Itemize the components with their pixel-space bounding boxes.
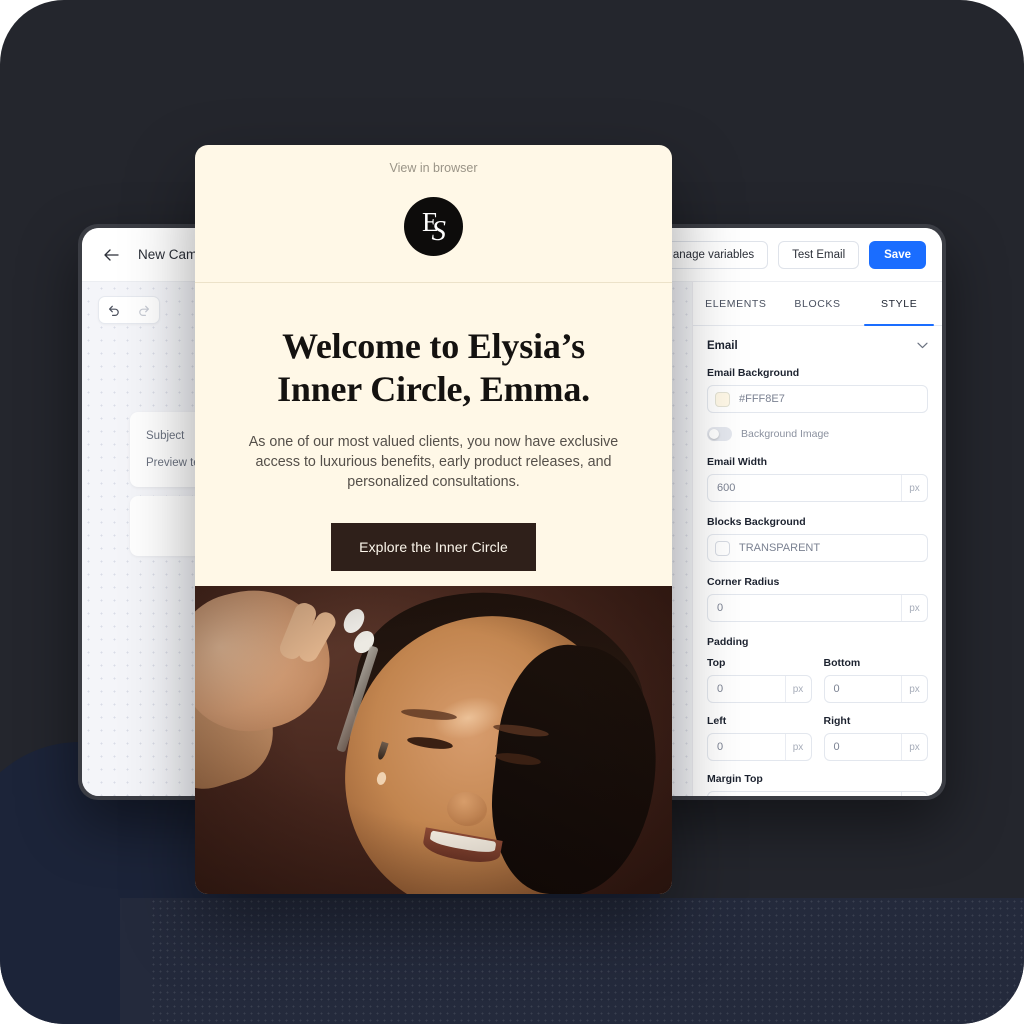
undo-icon[interactable] — [99, 297, 129, 323]
margin-top-unit: px — [901, 792, 927, 796]
padding-bottom-field: Bottom 0 px — [823, 657, 928, 703]
email-headline-line1: Welcome to Elysia’s — [282, 326, 585, 366]
padding-bottom-input[interactable]: 0 px — [823, 675, 928, 703]
email-cta-wrap: Explore the Inner Circle — [237, 522, 630, 571]
padding-bottom-unit: px — [901, 676, 927, 702]
email-width-unit: px — [901, 475, 927, 501]
padding-top-input[interactable]: 0 px — [707, 675, 812, 703]
panel-tabs: ELEMENTS BLOCKS STYLE — [693, 282, 942, 326]
email-background-swatch[interactable] — [715, 391, 730, 407]
brand-logo-icon: ES — [404, 197, 463, 256]
email-background-input[interactable]: #FFF8E7 — [707, 385, 928, 413]
topbar-actions: Manage variables Test Email Save — [649, 240, 926, 269]
padding-top-bottom-row: Top 0 px Bottom 0 px — [707, 657, 928, 703]
blocks-background-input[interactable]: TRANSPARENT — [707, 534, 928, 562]
corner-radius-label: Corner Radius — [707, 576, 780, 588]
padding-right-label: Right — [823, 715, 851, 727]
explore-inner-circle-button[interactable]: Explore the Inner Circle — [331, 522, 536, 571]
corner-radius-value: 0 — [717, 602, 724, 614]
email-hero: Welcome to Elysia’s Inner Circle, Emma. … — [195, 283, 672, 571]
padding-top-field: Top 0 px — [707, 657, 812, 703]
padding-right-unit: px — [901, 734, 927, 760]
email-section-header[interactable]: Email — [707, 340, 928, 352]
blocks-background-swatch[interactable] — [715, 540, 730, 556]
padding-top-value: 0 — [717, 683, 724, 695]
undo-redo-group — [98, 296, 160, 324]
corner-radius-input[interactable]: 0 px — [707, 594, 928, 622]
corner-radius-unit: px — [901, 595, 927, 621]
margin-top-value: 0 — [708, 792, 901, 796]
page-background: New Campaign Manage variables Test Email… — [0, 0, 1024, 1024]
back-arrow-icon[interactable] — [98, 242, 124, 268]
brand-monogram: ES — [422, 209, 446, 246]
email-background-label: Email Background — [707, 367, 800, 379]
background-dot-texture — [150, 898, 1024, 1024]
padding-left-right-row: Left 0 px Right 0 px — [707, 715, 928, 761]
save-button[interactable]: Save — [869, 240, 926, 269]
style-panel: ELEMENTS BLOCKS STYLE Email Email Backgr… — [692, 282, 942, 796]
email-headline: Welcome to Elysia’s Inner Circle, Emma. — [237, 325, 630, 411]
padding-bottom-label: Bottom — [823, 657, 861, 669]
background-image-toggle[interactable] — [707, 427, 732, 441]
blocks-background-label: Blocks Background — [707, 516, 806, 528]
email-width-input[interactable]: 600 px — [707, 474, 928, 502]
email-headline-line2: Inner Circle, Emma. — [277, 368, 590, 409]
email-background-value: #FFF8E7 — [739, 393, 785, 405]
blocks-background-value: TRANSPARENT — [739, 542, 821, 554]
photo-vignette — [195, 586, 672, 894]
blocks-background-field: Blocks Background TRANSPARENT — [707, 516, 928, 562]
background-image-row: Background Image — [707, 427, 928, 441]
email-width-label: Email Width — [707, 456, 767, 468]
padding-bottom-value: 0 — [833, 683, 840, 695]
background-image-label: Background Image — [741, 428, 830, 440]
padding-left-value: 0 — [717, 741, 724, 753]
padding-left-label: Left — [707, 715, 727, 727]
email-logo-wrap: ES — [195, 175, 672, 282]
test-email-button[interactable]: Test Email — [778, 240, 860, 269]
email-width-field: Email Width 600 px — [707, 456, 928, 502]
tab-elements[interactable]: ELEMENTS — [695, 282, 777, 325]
chevron-down-icon[interactable] — [917, 341, 928, 352]
panel-content: Email Email Background #FFF8E7 Backgroun… — [693, 326, 942, 796]
email-width-value: 600 — [717, 482, 736, 494]
email-preview-card[interactable]: View in browser ES Welcome to Elysia’s I… — [195, 145, 672, 894]
padding-right-field: Right 0 px — [823, 715, 928, 761]
tab-style[interactable]: STYLE — [858, 282, 940, 326]
view-in-browser-link[interactable]: View in browser — [195, 145, 672, 175]
padding-right-value: 0 — [833, 741, 840, 753]
email-background-field: Email Background #FFF8E7 — [707, 367, 928, 413]
padding-right-input[interactable]: 0 px — [823, 733, 928, 761]
padding-left-field: Left 0 px — [707, 715, 812, 761]
padding-left-unit: px — [784, 734, 811, 760]
email-section-title: Email — [707, 340, 738, 352]
padding-top-label: Top — [707, 657, 726, 669]
email-body-copy: As one of our most valued clients, you n… — [248, 433, 619, 491]
margin-top-label: Margin Top — [707, 773, 763, 785]
email-hero-image — [195, 586, 672, 894]
padding-top-unit: px — [784, 676, 811, 702]
corner-radius-field: Corner Radius 0 px — [707, 576, 928, 622]
redo-icon[interactable] — [129, 297, 159, 323]
monogram-letter-s: S — [431, 215, 446, 247]
padding-left-input[interactable]: 0 px — [707, 733, 812, 761]
margin-top-field: Margin Top 0 px — [707, 773, 928, 796]
margin-top-input[interactable]: 0 px — [707, 791, 928, 796]
tab-blocks[interactable]: BLOCKS — [777, 282, 859, 325]
padding-group-label: Padding — [707, 636, 749, 648]
